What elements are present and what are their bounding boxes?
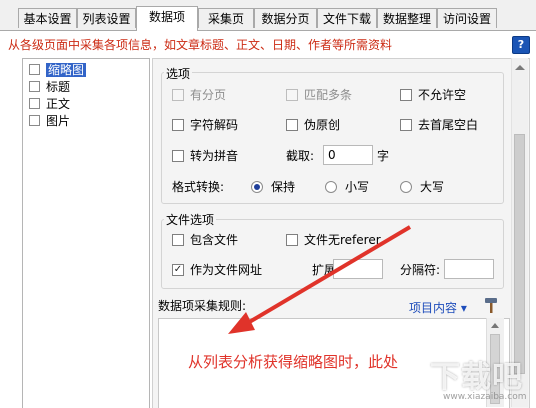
watermark-logo: 下载吧 bbox=[430, 360, 523, 395]
watermark-url: www.xiazaiba.com bbox=[443, 392, 527, 402]
annotation-text: 从列表分析获得缩略图时，此处 bbox=[188, 353, 399, 371]
tab-data-items[interactable]: 数据项 bbox=[136, 6, 198, 31]
annotation-arrow bbox=[228, 225, 412, 334]
